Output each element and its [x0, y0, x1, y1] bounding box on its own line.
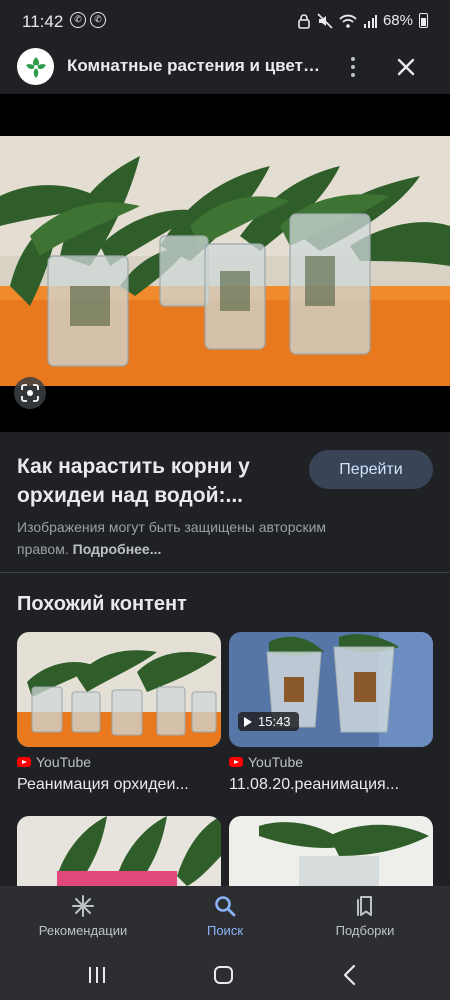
status-time: 11:42 — [22, 12, 64, 31]
nav-label: Подборки — [335, 923, 395, 938]
nav-item-recommendations[interactable]: Рекомендации — [8, 894, 158, 938]
back-icon[interactable] — [340, 964, 360, 986]
lock-icon — [298, 13, 310, 29]
asterisk-icon — [72, 895, 94, 917]
search-icon — [215, 896, 236, 917]
divider — [0, 572, 450, 573]
home-icon[interactable] — [213, 965, 235, 985]
recent-apps-icon[interactable] — [86, 965, 108, 985]
result-title-line1: Как нарастить корни у — [17, 455, 250, 478]
source-name: YouTube — [248, 754, 304, 770]
orchid-photo — [0, 136, 450, 386]
google-lens-button[interactable] — [14, 377, 46, 409]
viber-icon: ✆ — [70, 12, 86, 28]
play-icon — [244, 716, 252, 727]
status-indicators: 68% — [297, 12, 428, 29]
video-thumbnail[interactable]: 15:43 — [229, 632, 433, 747]
video-source: YouTube — [17, 754, 221, 770]
page-header: Комнатные растения и цветы... — [0, 44, 450, 92]
notification-icons: ✆ ✆ — [70, 12, 106, 28]
copyright-text: Изображения могут быть защищены авторски… — [17, 519, 327, 557]
youtube-icon — [17, 757, 31, 767]
visit-button[interactable]: Перейти — [309, 450, 433, 489]
learn-more-link[interactable]: Подробнее... — [73, 541, 162, 557]
status-bar: 11:42 ✆ ✆ 68% — [0, 0, 450, 44]
lens-icon — [21, 384, 39, 402]
nav-label: Рекомендации — [38, 923, 128, 938]
battery-percent: 68% — [382, 12, 413, 29]
bottom-navigation: Рекомендации Поиск Подборки — [0, 886, 450, 952]
signal-icon — [363, 14, 377, 28]
related-heading: Похожий контент — [17, 593, 187, 615]
video-duration: 15:43 — [238, 712, 299, 731]
video-title[interactable]: 11.08.20.реанимация... — [229, 776, 433, 794]
result-title-line2: орхидеи над водой:... — [17, 484, 243, 507]
wifi-icon — [339, 14, 357, 28]
video-thumbnail[interactable] — [17, 632, 221, 747]
site-logo[interactable] — [17, 48, 54, 85]
nav-label: Поиск — [206, 923, 244, 938]
bookmarks-icon — [357, 896, 372, 916]
video-title[interactable]: Реанимация орхидеи... — [17, 776, 221, 794]
system-navigation-bar — [0, 952, 450, 1000]
video-source: YouTube — [229, 754, 433, 770]
mute-icon — [317, 12, 333, 29]
copyright-notice: Изображения могут быть защищены авторски… — [17, 516, 357, 560]
orchid-logo-icon — [25, 56, 46, 78]
related-card[interactable]: YouTube Реанимация орхидеи... — [17, 632, 221, 794]
battery-icon — [419, 13, 428, 28]
duration-text: 15:43 — [258, 714, 291, 729]
close-icon[interactable] — [392, 53, 420, 81]
youtube-icon — [229, 757, 243, 767]
source-name: YouTube — [36, 754, 92, 770]
image-preview[interactable] — [0, 94, 450, 432]
viber-icon: ✆ — [90, 12, 106, 28]
result-title[interactable]: Как нарастить корни у орхидеи над водой:… — [17, 452, 297, 510]
nav-item-collections[interactable]: Подборки — [290, 894, 440, 938]
nav-item-search[interactable]: Поиск — [150, 894, 300, 938]
related-card[interactable]: 15:43 YouTube 11.08.20.реанимация... — [229, 632, 433, 794]
more-options-button[interactable] — [341, 52, 365, 82]
page-title: Комнатные растения и цветы... — [67, 56, 325, 75]
